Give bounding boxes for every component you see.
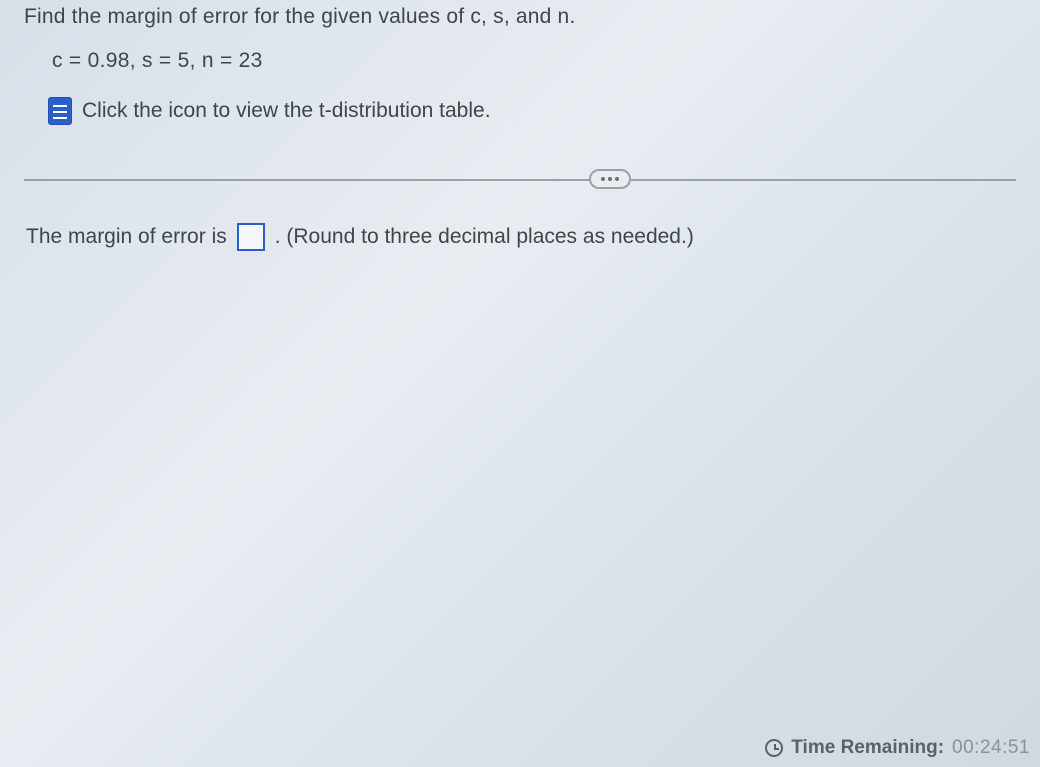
question-container: Find the margin of error for the given v… (0, 0, 1040, 251)
divider-line (24, 179, 1016, 181)
divider-row (24, 165, 1016, 193)
hint-text: Click the icon to view the t-distributio… (82, 99, 491, 123)
answer-line: The margin of error is . (Round to three… (26, 223, 1016, 251)
footer-bar: Time Remaining: 00:24:51 (0, 729, 1040, 767)
expand-pill[interactable] (589, 169, 631, 189)
time-remaining-label: Time Remaining: (791, 737, 944, 759)
answer-suffix: . (Round to three decimal places as need… (275, 225, 694, 249)
distribution-table-icon[interactable] (48, 97, 72, 125)
clock-icon (765, 739, 783, 757)
answer-input[interactable] (237, 223, 265, 251)
question-prompt: Find the margin of error for the given v… (24, 2, 1016, 31)
hint-row: Click the icon to view the t-distributio… (48, 97, 1016, 125)
answer-prefix: The margin of error is (26, 225, 227, 249)
question-parameters: c = 0.98, s = 5, n = 23 (52, 49, 1016, 73)
time-remaining-value: 00:24:51 (952, 737, 1030, 759)
